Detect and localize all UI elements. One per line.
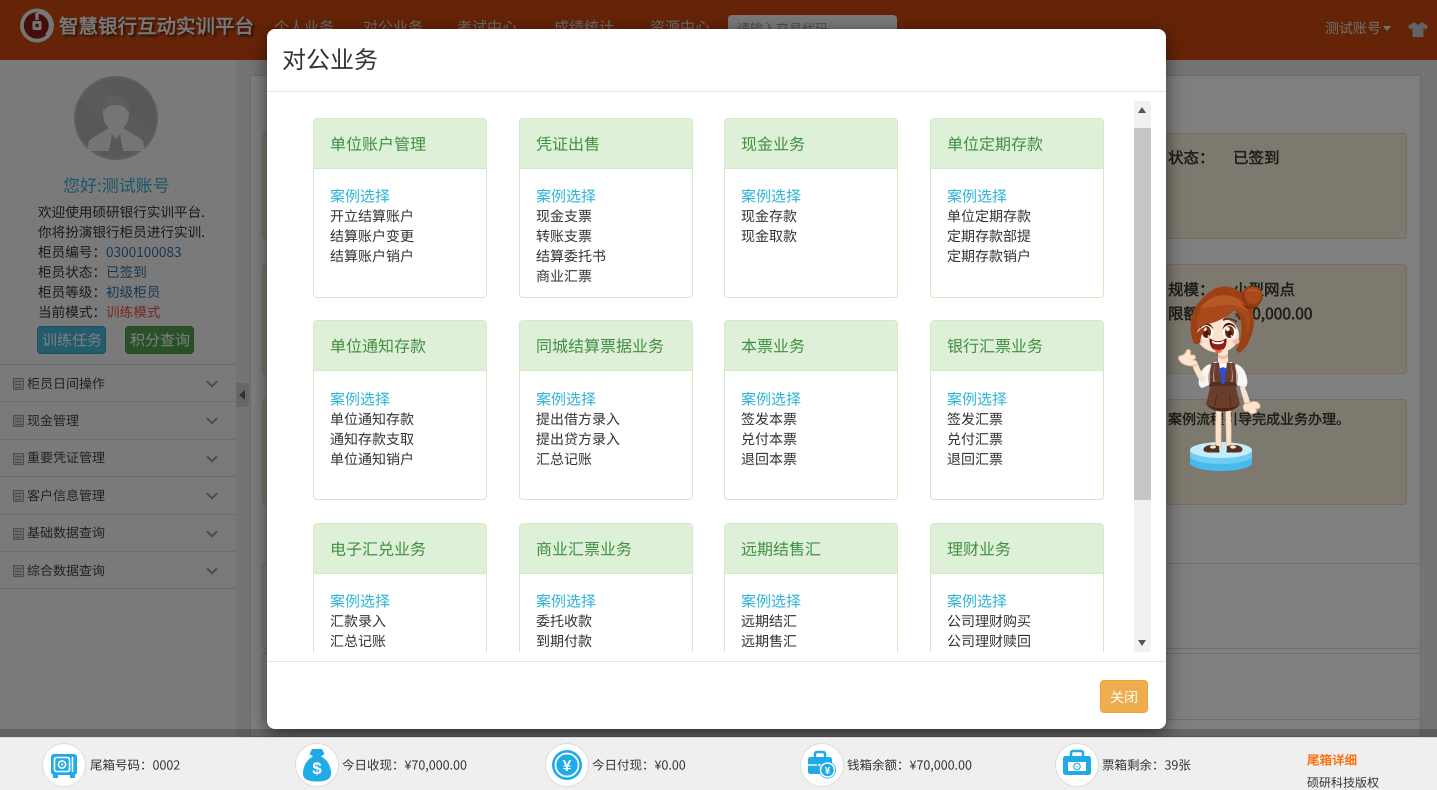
svg-text:¥: ¥ xyxy=(563,758,572,775)
svg-text:¥: ¥ xyxy=(825,766,831,777)
svg-text:$: $ xyxy=(312,759,322,778)
